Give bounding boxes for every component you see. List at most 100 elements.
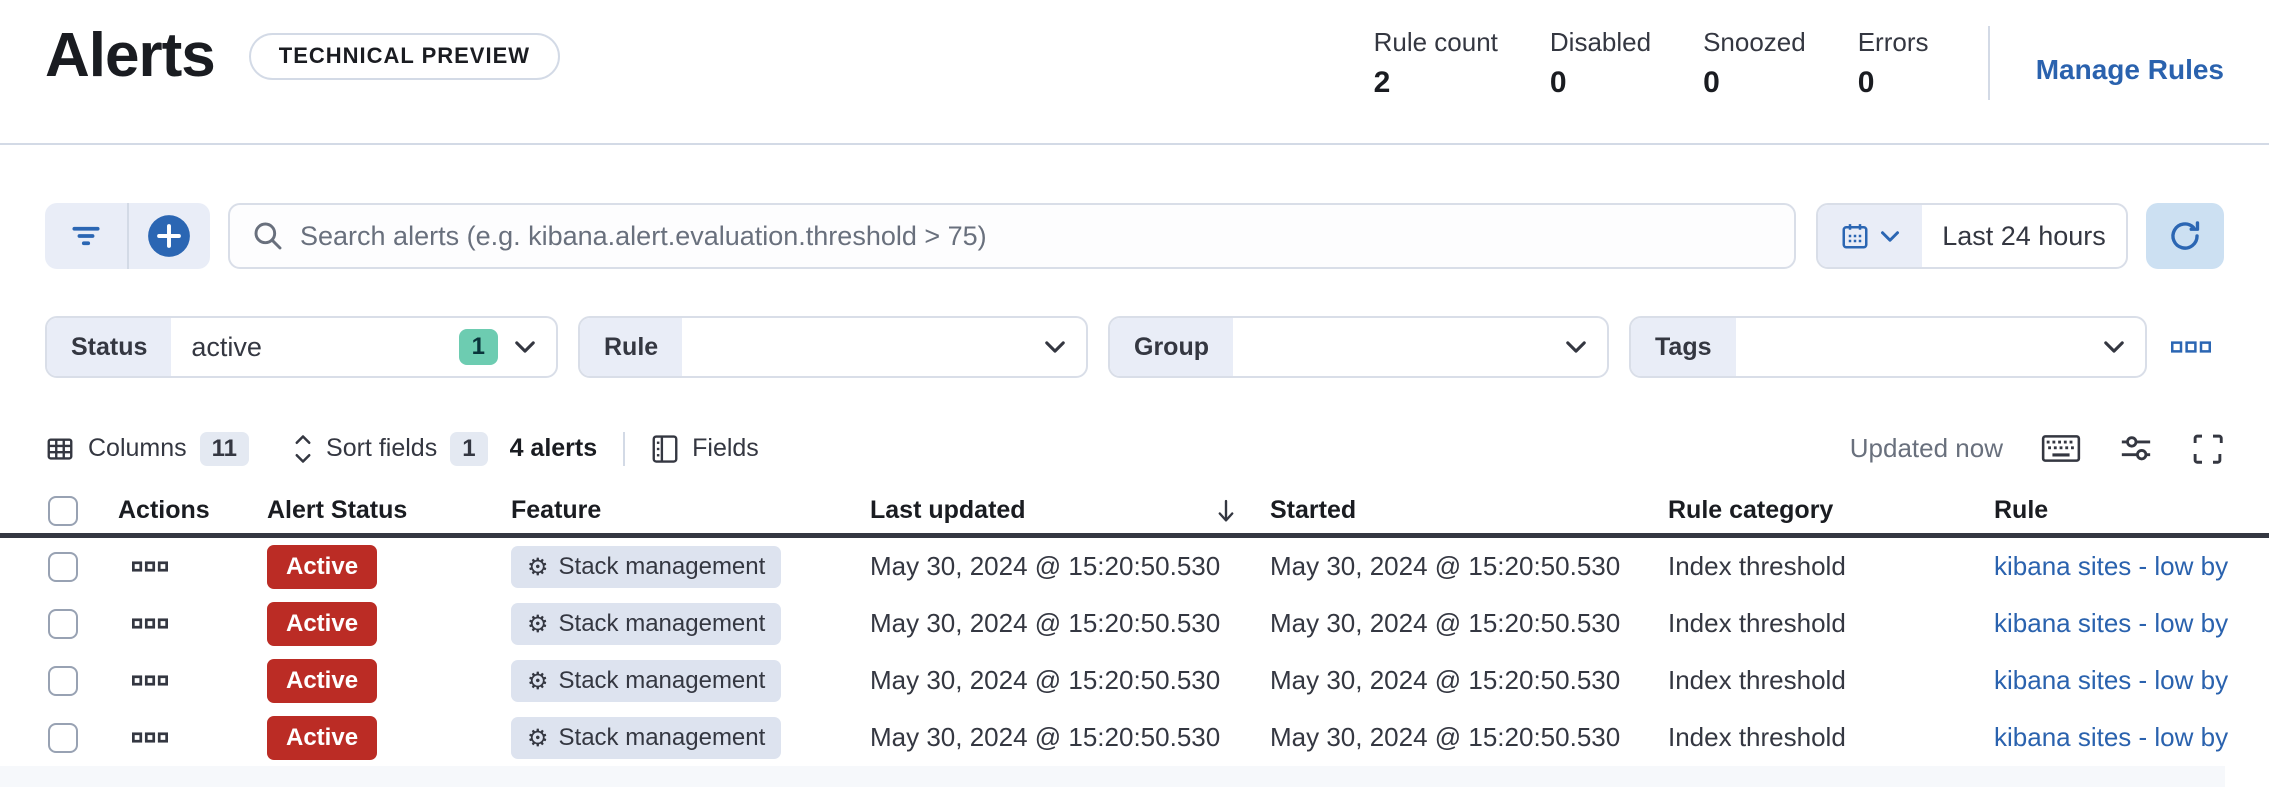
- row-checkbox[interactable]: [48, 666, 78, 696]
- gear-icon: ⚙: [527, 555, 549, 579]
- stat-label: Rule count: [1374, 27, 1498, 58]
- stat-label: Errors: [1858, 27, 1954, 58]
- search-icon: [252, 220, 284, 252]
- filter-rule[interactable]: Rule: [578, 316, 1088, 378]
- stat-rule-count: Rule count 2: [1374, 27, 1498, 100]
- rule-category-cell: Index threshold: [1668, 665, 1994, 696]
- row-checkbox[interactable]: [48, 723, 78, 753]
- chevron-down-icon: [1880, 230, 1900, 243]
- refresh-button[interactable]: [2146, 203, 2224, 269]
- filter-group[interactable]: Group: [1108, 316, 1609, 378]
- sliders-icon: [2119, 432, 2153, 466]
- chevron-down-icon: [1565, 340, 1587, 354]
- manage-rules-link[interactable]: Manage Rules: [2036, 40, 2224, 86]
- boxes-horizontal-icon: [2171, 341, 2211, 353]
- gear-icon: ⚙: [527, 726, 549, 750]
- fields-button[interactable]: Fields: [651, 434, 759, 464]
- rule-link[interactable]: kibana sites - low by: [1994, 722, 2228, 752]
- header-alert-status[interactable]: Alert Status: [267, 496, 511, 525]
- fullscreen-button[interactable]: [2191, 432, 2224, 465]
- header-last-updated[interactable]: Last updated: [870, 496, 1270, 525]
- feature-badge: ⚙Stack management: [511, 660, 781, 702]
- row-actions-button[interactable]: [132, 732, 168, 743]
- alerts-count: 4 alerts: [510, 434, 598, 463]
- page-header: Alerts TECHNICAL PREVIEW Rule count 2 Di…: [0, 0, 2269, 145]
- rule-category-cell: Index threshold: [1668, 608, 1994, 639]
- filter-group-label: Group: [1110, 318, 1233, 376]
- search-input[interactable]: [300, 221, 1772, 252]
- row-checkbox[interactable]: [48, 609, 78, 639]
- chevron-down-icon: [514, 340, 536, 354]
- sort-count-badge: 1: [450, 432, 487, 466]
- started-cell: May 30, 2024 @ 15:20:50.530: [1270, 608, 1668, 639]
- header-rule[interactable]: Rule: [1994, 496, 2269, 525]
- feature-badge: ⚙Stack management: [511, 717, 781, 759]
- toolbar-divider: [623, 432, 625, 466]
- header-right: Rule count 2 Disabled 0 Snoozed 0 Errors…: [1374, 22, 2224, 100]
- last-updated-cell: May 30, 2024 @ 15:20:50.530: [870, 722, 1270, 753]
- feature-badge: ⚙Stack management: [511, 603, 781, 645]
- date-picker-calendar-button[interactable]: [1818, 205, 1922, 267]
- last-updated-cell: May 30, 2024 @ 15:20:50.530: [870, 665, 1270, 696]
- header-vertical-divider: [1988, 26, 1990, 100]
- chevron-down-icon: [2103, 340, 2125, 354]
- row-actions-button[interactable]: [132, 675, 168, 686]
- rule-link[interactable]: kibana sites - low by: [1994, 665, 2228, 695]
- plus-circle-icon: [147, 214, 191, 258]
- sort-fields-button[interactable]: Sort fields 1: [293, 432, 488, 466]
- rule-stats: Rule count 2 Disabled 0 Snoozed 0 Errors…: [1374, 27, 1954, 100]
- row-actions-button[interactable]: [132, 561, 168, 572]
- sort-fields-label: Sort fields: [326, 434, 437, 463]
- select-all-checkbox[interactable]: [48, 496, 78, 526]
- header-actions[interactable]: Actions: [118, 496, 267, 525]
- filter-tags[interactable]: Tags: [1629, 316, 2147, 378]
- filter-row: Status active 1 Rule Group Tags: [0, 316, 2269, 378]
- refresh-icon: [2168, 219, 2202, 253]
- alerts-table: Actions Alert Status Feature Last update…: [0, 488, 2269, 766]
- header-started[interactable]: Started: [1270, 496, 1668, 525]
- rule-link[interactable]: kibana sites - low by: [1994, 608, 2228, 638]
- filter-rule-label: Rule: [580, 318, 682, 376]
- gear-icon: ⚙: [527, 669, 549, 693]
- chevron-down-icon: [1044, 340, 1066, 354]
- table-row: Active ⚙Stack management May 30, 2024 @ …: [0, 538, 2269, 595]
- columns-count-badge: 11: [200, 432, 249, 466]
- filter-status-value: active: [191, 332, 442, 363]
- columns-button[interactable]: Columns 11: [45, 432, 249, 466]
- more-filters-button[interactable]: [2171, 341, 2211, 353]
- stat-disabled: Disabled 0: [1550, 27, 1651, 100]
- status-badge: Active: [267, 602, 377, 646]
- header-feature[interactable]: Feature: [511, 496, 870, 525]
- header-last-updated-label: Last updated: [870, 496, 1026, 525]
- boxes-horizontal-icon: [132, 732, 168, 743]
- date-picker: Last 24 hours: [1816, 203, 2128, 269]
- date-range-value[interactable]: Last 24 hours: [1922, 205, 2126, 267]
- search-row: Last 24 hours: [0, 203, 2269, 269]
- stat-label: Snoozed: [1703, 27, 1806, 58]
- table-row: Active ⚙Stack management May 30, 2024 @ …: [0, 595, 2269, 652]
- feature-badge-label: Stack management: [559, 610, 766, 638]
- row-checkbox[interactable]: [48, 552, 78, 582]
- filter-icon: [70, 222, 102, 250]
- display-options-button[interactable]: [2119, 432, 2153, 466]
- add-filter-button[interactable]: [129, 203, 211, 269]
- technical-preview-badge: TECHNICAL PREVIEW: [249, 33, 560, 80]
- boxes-horizontal-icon: [132, 675, 168, 686]
- title-wrap: Alerts TECHNICAL PREVIEW: [45, 22, 560, 90]
- rule-category-cell: Index threshold: [1668, 551, 1994, 582]
- rule-link[interactable]: kibana sites - low by: [1994, 551, 2228, 581]
- last-updated-cell: May 30, 2024 @ 15:20:50.530: [870, 551, 1270, 582]
- filter-status[interactable]: Status active 1: [45, 316, 558, 378]
- sortable-icon: [293, 434, 313, 464]
- last-updated-cell: May 30, 2024 @ 15:20:50.530: [870, 608, 1270, 639]
- filter-button[interactable]: [45, 203, 127, 269]
- keyboard-shortcuts-button[interactable]: [2041, 434, 2081, 463]
- status-badge: Active: [267, 545, 377, 589]
- fields-label: Fields: [692, 434, 759, 463]
- filter-status-count-badge: 1: [459, 329, 498, 365]
- row-actions-button[interactable]: [132, 618, 168, 629]
- stat-label: Disabled: [1550, 27, 1651, 58]
- search-box: [228, 203, 1796, 269]
- started-cell: May 30, 2024 @ 15:20:50.530: [1270, 665, 1668, 696]
- header-rule-category[interactable]: Rule category: [1668, 496, 1994, 525]
